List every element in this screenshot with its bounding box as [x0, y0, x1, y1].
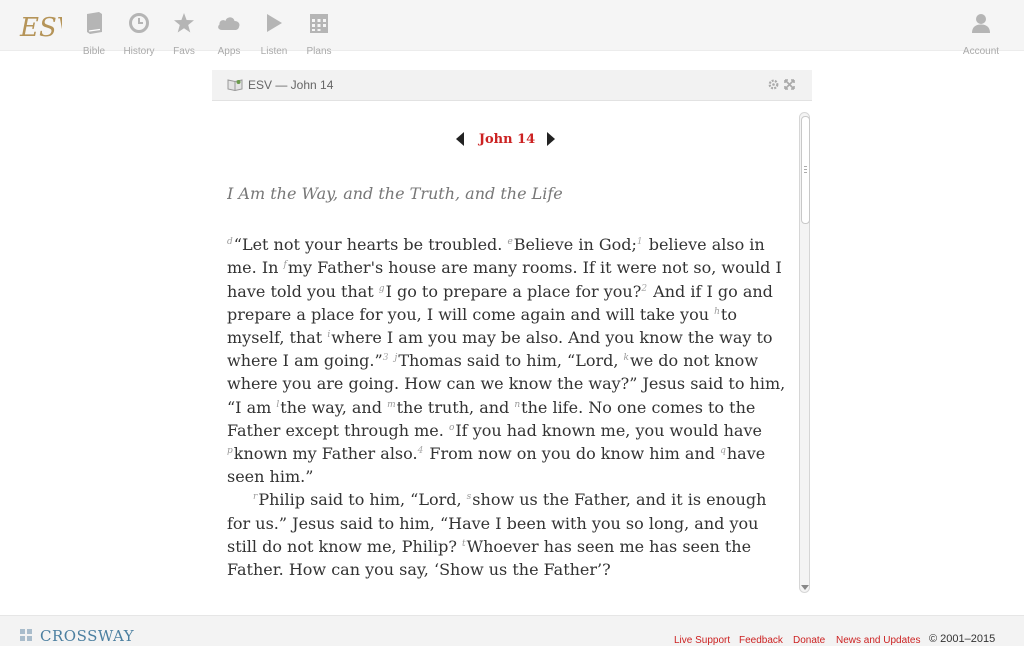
footer-link-feedback[interactable]: Feedback — [739, 635, 783, 646]
nav-account-label: Account — [962, 46, 1000, 57]
nav-bible[interactable] — [74, 10, 114, 36]
nav-account[interactable] — [961, 10, 1001, 36]
gear-icon[interactable] — [768, 79, 779, 90]
footer-link-news[interactable]: News and Updates — [836, 635, 921, 646]
scroll-down-icon[interactable] — [801, 585, 809, 591]
footer: CROSSWAY Live Support Feedback Donate Ne… — [0, 615, 1024, 646]
svg-text:ESV: ESV — [19, 13, 62, 43]
verse-number: 1 — [636, 237, 643, 248]
book-icon — [87, 12, 102, 34]
verse-number: 3 — [382, 353, 389, 364]
verse-text: Believe in God; — [513, 235, 637, 255]
top-nav-bar: ESV Bible History Favs Apps Liste — [0, 0, 1024, 57]
calendar-icon — [310, 14, 328, 33]
nav-listen-label: Listen — [260, 46, 288, 57]
chapter-navigation: John 14 — [452, 130, 562, 150]
footnote-marker[interactable]: t — [462, 539, 466, 549]
footnote-marker[interactable]: f — [284, 260, 287, 270]
nav-plans-label: Plans — [306, 46, 332, 57]
footnote-marker[interactable]: i — [327, 330, 330, 340]
footnote-marker[interactable]: k — [624, 353, 629, 363]
footnote-marker[interactable]: l — [276, 400, 279, 410]
user-icon — [972, 14, 990, 33]
verse-text: Thomas said to him, “Lord, — [398, 351, 624, 371]
section-heading: I Am the Way, and the Truth, and the Lif… — [227, 184, 563, 203]
footnote-marker[interactable]: d — [227, 237, 233, 247]
footnote-marker[interactable]: j — [395, 353, 398, 363]
footnote-marker[interactable]: q — [720, 446, 726, 456]
panel-header: ESV — John 14 — [212, 70, 812, 101]
verse-number: 2 — [641, 283, 648, 294]
nav-history[interactable] — [119, 10, 159, 36]
reader-panel: ESV — John 14 John 14 I Am the Way, and … — [212, 70, 812, 595]
footnote-marker[interactable]: m — [387, 400, 396, 410]
copyright-text: © 2001–2015 — [929, 633, 996, 645]
footnote-marker[interactable]: e — [507, 237, 512, 247]
crossway-name: CROSSWAY — [40, 627, 135, 645]
clock-icon — [129, 13, 149, 33]
scrollbar-track[interactable] — [799, 112, 810, 593]
footnote-marker[interactable]: s — [467, 492, 472, 502]
nav-apps-label: Apps — [217, 46, 241, 57]
expand-icon[interactable] — [784, 79, 795, 90]
passage-text: I Am the Way, and the Truth, and the Lif… — [227, 182, 789, 594]
open-book-icon — [227, 79, 243, 91]
esv-logo[interactable]: ESV — [18, 6, 78, 46]
verse-number: 4 — [417, 446, 424, 457]
esv-logo-icon: ESV — [19, 13, 78, 43]
verse-text: From now on you do know him and — [424, 444, 721, 464]
verse-text: I go to prepare a place for you? — [385, 281, 642, 301]
footer-link-live-support[interactable]: Live Support — [674, 635, 730, 646]
verse-text: “Let not your hearts be troubled. — [233, 235, 508, 255]
verse-text: the way, and — [280, 397, 388, 417]
footnote-marker[interactable]: r — [253, 492, 257, 502]
nav-bible-label: Bible — [82, 46, 106, 57]
chapter-title: John 14 — [478, 132, 536, 147]
scrollbar-thumb[interactable] — [801, 116, 810, 224]
nav-favs[interactable] — [164, 10, 204, 36]
passage-paragraph: rPhilip said to him, “Lord, sshow us the… — [227, 488, 789, 581]
footnote-marker[interactable]: p — [227, 446, 233, 456]
next-chapter-icon[interactable] — [546, 132, 555, 146]
play-icon — [267, 14, 282, 32]
cloud-icon — [218, 17, 240, 30]
crossway-logo-icon — [20, 629, 32, 641]
footnote-marker[interactable]: h — [714, 307, 720, 317]
previous-chapter-icon[interactable] — [456, 132, 465, 146]
verse-text: known my Father also. — [233, 444, 418, 464]
nav-listen[interactable] — [254, 10, 294, 36]
verse-text — [389, 351, 394, 370]
verse-text: If you had known me, you would have — [455, 420, 762, 440]
footnote-marker[interactable]: o — [449, 423, 454, 433]
footnote-marker[interactable]: g — [379, 284, 385, 294]
footnote-marker[interactable]: n — [514, 400, 520, 410]
nav-favs-label: Favs — [173, 46, 195, 57]
star-icon — [174, 13, 194, 33]
verse-text: the truth, and — [396, 397, 515, 417]
panel-title: ESV — John 14 — [248, 78, 334, 92]
footer-link-donate[interactable]: Donate — [793, 635, 825, 646]
verse-text: Philip said to him, “Lord, — [258, 490, 467, 510]
nav-history-label: History — [123, 46, 155, 57]
nav-plans[interactable] — [299, 10, 339, 36]
passage-paragraph: d“Let not your hearts be troubled. eBeli… — [227, 233, 789, 488]
nav-apps[interactable] — [209, 10, 249, 36]
